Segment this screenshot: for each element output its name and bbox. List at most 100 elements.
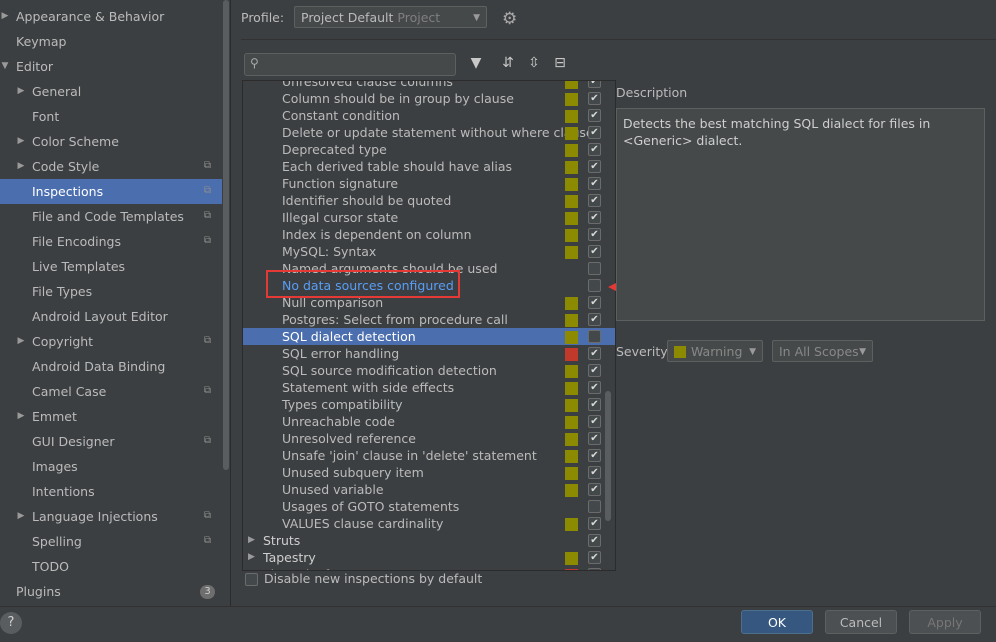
inspection-checkbox[interactable]: ✔ xyxy=(588,194,601,207)
sidebar-item-inspections[interactable]: Inspections ⧉ xyxy=(0,179,222,204)
tree-group-row[interactable]: ▶ Tapestry ✔ xyxy=(243,549,615,566)
apply-button[interactable]: Apply xyxy=(909,610,981,634)
inspection-checkbox[interactable]: ✔ xyxy=(588,228,601,241)
chevron-right-icon[interactable]: ▶ xyxy=(16,404,26,429)
sidebar-item-spelling[interactable]: Spelling ⧉ xyxy=(0,529,222,554)
sidebar-item-android-layout-editor[interactable]: Android Layout Editor xyxy=(0,304,222,329)
sidebar-item-color-scheme[interactable]: ▶ Color Scheme xyxy=(0,129,222,154)
expand-all-icon[interactable]: ⇵ xyxy=(499,55,517,71)
inspection-checkbox[interactable]: ✔ xyxy=(588,347,601,360)
chevron-right-icon[interactable]: ▶ xyxy=(16,154,26,179)
sidebar-item-general[interactable]: ▶ General xyxy=(0,79,222,104)
inspection-row[interactable]: Each derived table should have alias ✔ xyxy=(243,158,615,175)
sidebar-item-file-encodings[interactable]: File Encodings ⧉ xyxy=(0,229,222,254)
chevron-right-icon[interactable]: ▶ xyxy=(16,79,26,104)
chevron-right-icon[interactable]: ▶ xyxy=(0,4,10,29)
sidebar-item-editor[interactable]: ▼ Editor xyxy=(0,54,222,79)
cancel-button[interactable]: Cancel xyxy=(825,610,897,634)
inspection-row[interactable]: Usages of GOTO statements xyxy=(243,498,615,515)
inspection-checkbox[interactable]: ✔ xyxy=(588,160,601,173)
inspection-checkbox[interactable]: ✔ xyxy=(588,143,601,156)
sidebar-item-todo[interactable]: TODO xyxy=(0,554,222,579)
inspection-row[interactable]: Index is dependent on column ✔ xyxy=(243,226,615,243)
inspection-row[interactable]: Unresolved clause columns ✔ xyxy=(243,81,615,90)
sidebar-item-keymap[interactable]: Keymap xyxy=(0,29,222,54)
inspection-checkbox[interactable] xyxy=(588,500,601,513)
inspection-checkbox[interactable]: ✔ xyxy=(588,211,601,224)
inspection-row[interactable]: Identifier should be quoted ✔ xyxy=(243,192,615,209)
inspection-checkbox[interactable]: ✔ xyxy=(588,381,601,394)
inspection-row[interactable]: Unused subquery item ✔ xyxy=(243,464,615,481)
inspection-row[interactable]: SQL error handling ✔ xyxy=(243,345,615,362)
inspection-checkbox[interactable]: ✔ xyxy=(588,415,601,428)
inspection-checkbox[interactable]: ✔ xyxy=(588,177,601,190)
sidebar-item-camel-case[interactable]: Camel Case ⧉ xyxy=(0,379,222,404)
inspection-checkbox[interactable] xyxy=(588,279,601,292)
gear-icon[interactable]: ⚙ xyxy=(502,9,517,29)
sidebar-item-file-types[interactable]: File Types xyxy=(0,279,222,304)
sidebar-item-gui-designer[interactable]: GUI Designer ⧉ xyxy=(0,429,222,454)
chevron-down-icon[interactable]: ▼ xyxy=(0,54,10,79)
sidebar-item-images[interactable]: Images xyxy=(0,454,222,479)
inspection-checkbox[interactable]: ✔ xyxy=(588,534,601,547)
inspection-checkbox[interactable]: ✔ xyxy=(588,296,601,309)
inspection-checkbox[interactable]: ✔ xyxy=(588,483,601,496)
inspection-checkbox[interactable]: ✔ xyxy=(588,109,601,122)
inspection-checkbox[interactable]: ✔ xyxy=(588,364,601,377)
inspection-checkbox[interactable]: ✔ xyxy=(588,126,601,139)
filter-icon[interactable]: ▼ xyxy=(467,55,485,71)
collapse-all-icon[interactable]: ⇳ xyxy=(525,55,543,71)
inspection-row[interactable]: Unreachable code ✔ xyxy=(243,413,615,430)
inspection-checkbox[interactable] xyxy=(588,262,601,275)
sidebar-item-android-data-binding[interactable]: Android Data Binding xyxy=(0,354,222,379)
inspection-row[interactable]: Statement with side effects ✔ xyxy=(243,379,615,396)
chevron-right-icon[interactable]: ▶ xyxy=(248,566,255,570)
inspections-tree[interactable]: Unresolved clause columns ✔ Column should … xyxy=(242,80,616,571)
inspection-checkbox[interactable]: ✔ xyxy=(588,432,601,445)
sidebar-scroll-thumb[interactable] xyxy=(223,0,229,470)
tree-group-row[interactable]: ▶ Struts ✔ xyxy=(243,532,615,549)
chevron-right-icon[interactable]: ▶ xyxy=(16,504,26,529)
inspection-checkbox[interactable]: ✔ xyxy=(588,92,601,105)
inspection-checkbox[interactable] xyxy=(588,330,601,343)
sidebar-item-emmet[interactable]: ▶ Emmet xyxy=(0,404,222,429)
sidebar-item-code-style[interactable]: ▶ Code Style ⧉ xyxy=(0,154,222,179)
inspection-row[interactable]: SQL dialect detection xyxy=(243,328,615,345)
inspection-row[interactable]: Illegal cursor state ✔ xyxy=(243,209,615,226)
sidebar-item-live-templates[interactable]: Live Templates xyxy=(0,254,222,279)
profile-dropdown[interactable]: Project Default Project ▼ xyxy=(294,6,487,28)
disable-new-inspections-checkbox[interactable] xyxy=(245,573,258,586)
inspection-row[interactable]: Deprecated type ✔ xyxy=(243,141,615,158)
severity-dropdown[interactable]: Warning ▼ xyxy=(667,340,763,362)
inspection-checkbox[interactable]: ✔ xyxy=(588,81,601,88)
inspection-row[interactable]: MySQL: Syntax ✔ xyxy=(243,243,615,260)
inspection-row[interactable]: Function signature ✔ xyxy=(243,175,615,192)
sidebar-item-appearance-behavior[interactable]: ▶ Appearance & Behavior xyxy=(0,4,222,29)
sidebar-item-copyright[interactable]: ▶ Copyright ⧉ xyxy=(0,329,222,354)
inspection-row[interactable]: Unsafe 'join' clause in 'delete' stateme… xyxy=(243,447,615,464)
sidebar-item-plugins[interactable]: Plugins 3 xyxy=(0,579,222,604)
ok-button[interactable]: OK xyxy=(741,610,813,634)
chevron-right-icon[interactable]: ▶ xyxy=(16,329,26,354)
inspection-checkbox[interactable]: ✔ xyxy=(588,517,601,530)
sidebar-scrollbar[interactable] xyxy=(222,0,231,606)
inspection-row[interactable]: SQL source modification detection ✔ xyxy=(243,362,615,379)
inspection-row[interactable]: Constant condition ✔ xyxy=(243,107,615,124)
reset-icon[interactable]: ⊟ xyxy=(551,55,569,71)
chevron-right-icon[interactable]: ▶ xyxy=(16,129,26,154)
inspection-checkbox[interactable]: ✔ xyxy=(588,449,601,462)
sidebar-item-font[interactable]: Font xyxy=(0,104,222,129)
search-input[interactable]: ⚲ xyxy=(244,53,456,76)
sidebar-item-intentions[interactable]: Intentions xyxy=(0,479,222,504)
inspection-row[interactable]: VALUES clause cardinality ✔ xyxy=(243,515,615,532)
inspection-row[interactable]: Postgres: Select from procedure call ✔ xyxy=(243,311,615,328)
inspection-row[interactable]: Delete or update statement without where… xyxy=(243,124,615,141)
inspection-checkbox[interactable]: ✔ xyxy=(588,568,601,570)
inspection-checkbox[interactable]: ✔ xyxy=(588,398,601,411)
inspection-checkbox[interactable]: ✔ xyxy=(588,313,601,326)
sidebar-item-language-injections[interactable]: ▶ Language Injections ⧉ xyxy=(0,504,222,529)
inspection-checkbox[interactable]: ✔ xyxy=(588,466,601,479)
scope-dropdown[interactable]: In All Scopes ▼ xyxy=(772,340,873,362)
inspection-row[interactable]: Types compatibility ✔ xyxy=(243,396,615,413)
inspection-row[interactable]: Unresolved reference ✔ xyxy=(243,430,615,447)
